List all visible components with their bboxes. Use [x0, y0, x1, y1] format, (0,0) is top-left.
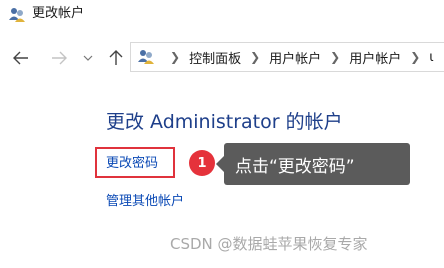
address-bar[interactable]: ❯ 控制面板 ❯ 用户帐户 ❯ 用户帐户 ❯ ι — [130, 42, 444, 72]
recent-locations-button[interactable] — [80, 46, 96, 70]
navigation-bar: ❯ 控制面板 ❯ 用户帐户 ❯ 用户帐户 ❯ ι — [0, 40, 444, 76]
arrow-right-icon — [52, 51, 67, 65]
chevron-right-icon[interactable]: ❯ — [330, 50, 340, 64]
breadcrumb-user-accounts-sub[interactable]: 用户帐户 — [349, 48, 401, 67]
chevron-down-icon — [83, 55, 93, 61]
title-bar: 更改帐户 — [0, 0, 444, 30]
forward-button[interactable] — [46, 46, 72, 70]
change-password-link[interactable]: 更改密码 — [106, 155, 158, 172]
manage-other-accounts-link[interactable]: 管理其他帐户 — [106, 193, 184, 210]
chevron-right-icon[interactable]: ❯ — [410, 50, 420, 64]
breadcrumb-truncated[interactable]: ι — [429, 50, 433, 65]
user-accounts-icon — [9, 8, 25, 22]
breadcrumb: ❯ 控制面板 ❯ 用户帐户 ❯ 用户帐户 ❯ ι — [137, 48, 434, 67]
window-title: 更改帐户 — [32, 6, 85, 21]
chevron-right-icon[interactable]: ❯ — [250, 50, 260, 64]
back-button[interactable] — [8, 46, 34, 70]
arrow-left-icon — [13, 51, 28, 65]
step-badge: 1 — [189, 150, 215, 176]
callout-text: 点击“更改密码” — [235, 156, 355, 177]
instruction-callout: 点击“更改密码” — [216, 143, 410, 185]
page-title: 更改 Administrator 的帐户 — [106, 111, 343, 133]
user-accounts-icon — [138, 50, 154, 64]
up-button[interactable] — [104, 46, 128, 70]
breadcrumb-user-accounts[interactable]: 用户帐户 — [269, 48, 321, 67]
watermark: CSDN @数据蛙苹果恢复专家 — [170, 235, 368, 253]
arrow-up-icon — [109, 50, 123, 65]
chevron-right-icon[interactable]: ❯ — [170, 50, 180, 64]
breadcrumb-control-panel[interactable]: 控制面板 — [189, 48, 241, 67]
